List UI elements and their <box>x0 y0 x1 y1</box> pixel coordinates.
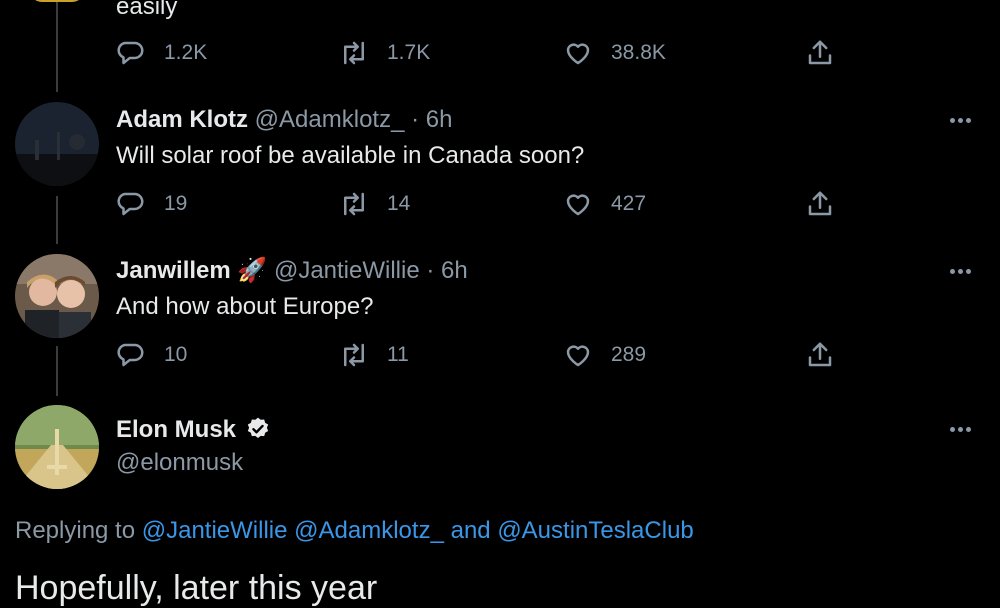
more-options-icon <box>950 269 955 274</box>
tweet-text: easily <box>116 0 178 20</box>
reply-count: 10 <box>164 343 188 366</box>
heart-icon <box>566 345 590 367</box>
heart-icon <box>566 43 590 65</box>
retweet-icon <box>344 192 364 216</box>
avatar-image <box>15 102 99 186</box>
share-icon <box>808 342 832 367</box>
user-handle[interactable]: @JantieWillie <box>274 257 420 284</box>
reply-icon <box>117 192 144 216</box>
tweet-text: Will solar roof be available in Canada s… <box>116 142 585 169</box>
verified-badge-icon <box>247 417 268 438</box>
replying-to: Replying to @JantieWillie @Adamklotz_ an… <box>15 516 694 546</box>
retweet-button[interactable]: 1.7K <box>339 38 430 68</box>
heart-icon <box>566 194 590 216</box>
avatar-image <box>15 254 99 338</box>
main-tweet-text: Hopefully, later this year <box>15 569 378 607</box>
avatar[interactable] <box>15 254 99 338</box>
avatar[interactable] <box>15 405 99 489</box>
display-name[interactable]: Adam Klotz <box>116 106 248 133</box>
tweet-text: And how about Europe? <box>116 293 374 320</box>
like-count: 427 <box>611 192 647 215</box>
like-count: 38.8K <box>611 41 666 64</box>
mention-link[interactable]: @Adamklotz_ <box>294 517 444 544</box>
reply-button[interactable]: 10 <box>116 340 187 370</box>
main-tweet-header: Elon Musk <box>116 415 271 445</box>
retweet-button[interactable]: 14 <box>339 189 410 219</box>
share-icon <box>808 40 832 65</box>
retweet-count: 11 <box>387 343 409 366</box>
retweet-icon <box>344 343 364 367</box>
share-button[interactable] <box>805 189 835 219</box>
avatar-image <box>15 405 99 489</box>
retweet-count: 1.7K <box>387 41 431 64</box>
reply-count: 1.2K <box>164 41 208 64</box>
thread-line <box>56 196 58 244</box>
share-icon <box>808 191 832 216</box>
user-handle[interactable]: @Adamklotz_ <box>255 106 405 133</box>
like-button[interactable]: 38.8K <box>563 38 666 68</box>
retweet-count: 14 <box>387 192 411 215</box>
reply-icon <box>117 343 144 367</box>
thread-line <box>56 0 58 92</box>
like-button[interactable]: 289 <box>563 340 646 370</box>
like-count: 289 <box>611 343 647 366</box>
rocket-emoji: 🚀 <box>237 257 268 284</box>
mention-link[interactable]: @JantieWillie <box>142 517 288 544</box>
user-handle[interactable]: @elonmusk <box>116 448 243 478</box>
more-options-button[interactable] <box>948 419 978 439</box>
reply-icon <box>117 41 144 65</box>
reply-button[interactable]: 19 <box>116 189 187 219</box>
retweet-button[interactable]: 11 <box>339 340 409 370</box>
reply-header: Janwillem 🚀 @JantieWillie · 6h <box>116 256 468 286</box>
and-others-link[interactable]: and <box>451 517 491 544</box>
retweet-icon <box>344 41 364 65</box>
reply-header: Adam Klotz @Adamklotz_ · 6h <box>116 105 452 135</box>
mention-link[interactable]: @AustinTeslaClub <box>497 517 693 544</box>
share-button[interactable] <box>805 340 835 370</box>
thread-line <box>56 346 58 396</box>
avatar[interactable] <box>15 102 99 186</box>
top-tweet-avatar[interactable] <box>30 0 84 2</box>
share-button[interactable] <box>805 38 835 68</box>
display-name[interactable]: Elon Musk <box>116 416 236 443</box>
more-options-button[interactable] <box>948 261 978 281</box>
like-button[interactable]: 427 <box>563 189 646 219</box>
tweet-time[interactable]: · 6h <box>411 106 452 133</box>
reply-count: 19 <box>164 192 188 215</box>
more-options-icon <box>950 118 955 123</box>
more-options-icon <box>950 427 955 432</box>
more-options-button[interactable] <box>948 110 978 130</box>
display-name[interactable]: Janwillem <box>116 257 231 284</box>
reply-button[interactable]: 1.2K <box>116 38 207 68</box>
tweet-time[interactable]: · 6h <box>426 257 467 284</box>
replying-to-label: Replying to <box>15 517 136 544</box>
